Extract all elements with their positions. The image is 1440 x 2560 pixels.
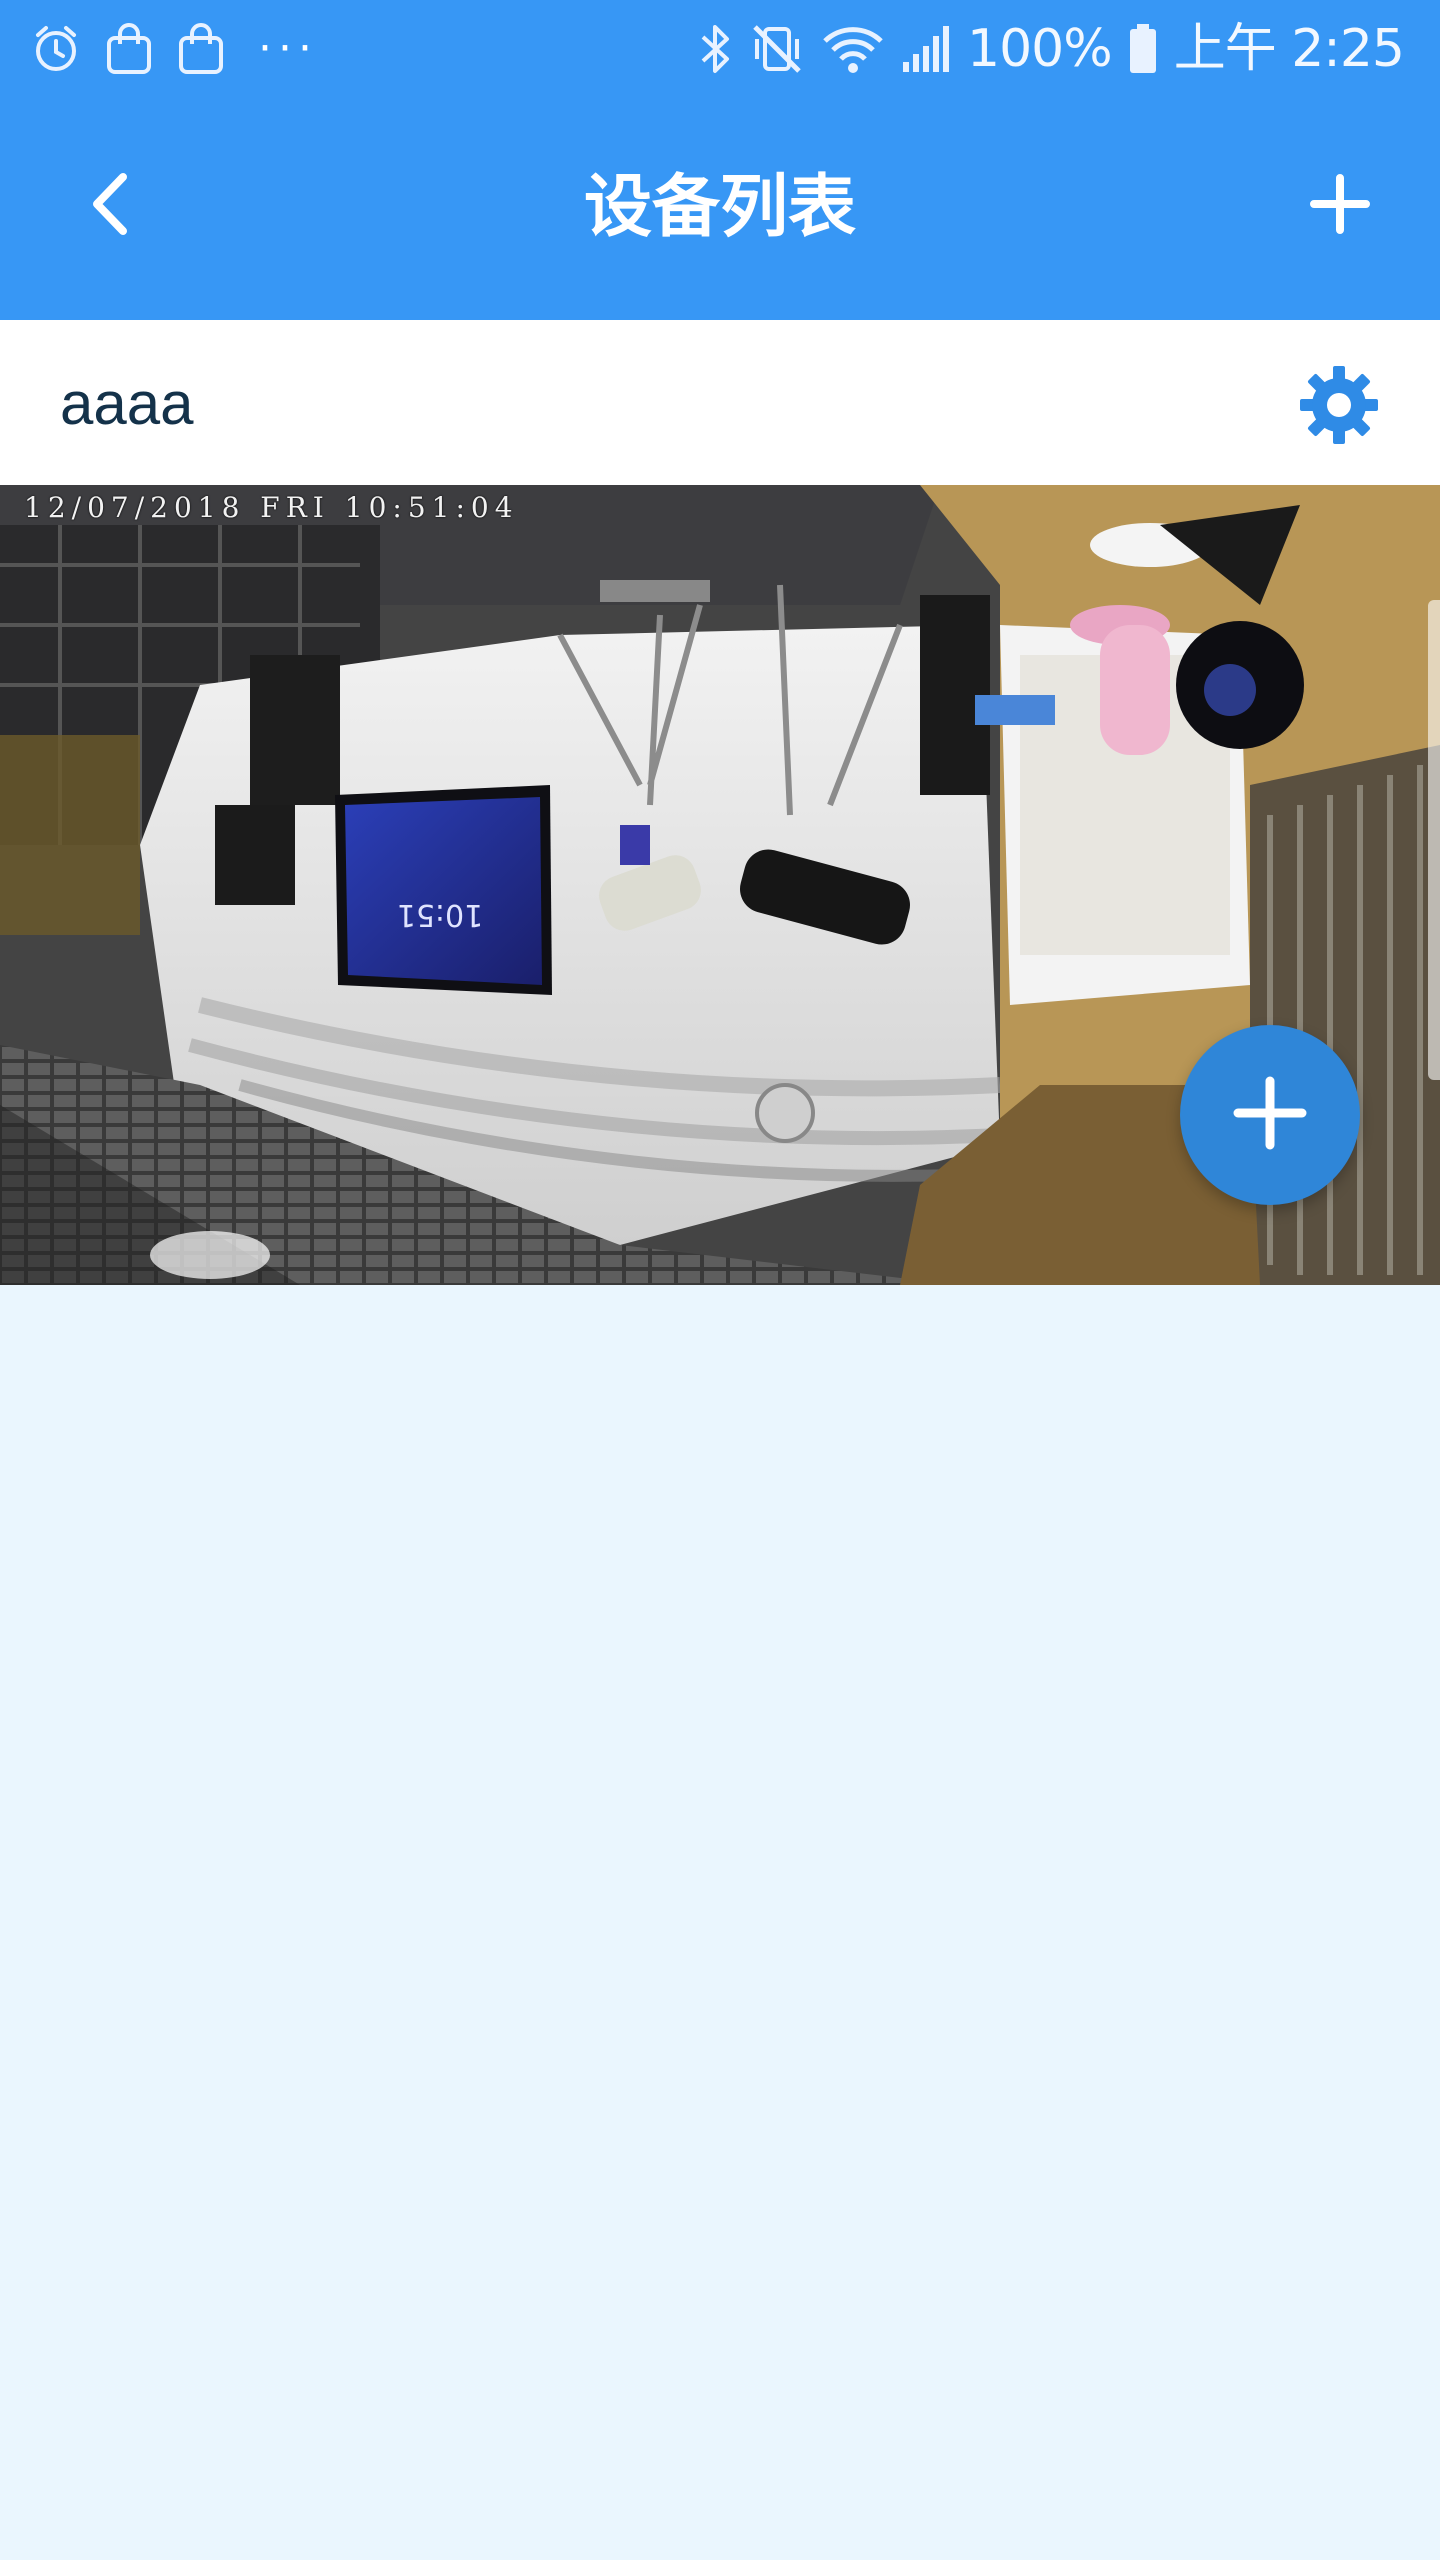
edge-panel-handle[interactable]	[1428, 600, 1440, 1080]
preview-timestamp: 12/07/2018 FRI 10:51:04	[24, 491, 519, 524]
device-settings-button[interactable]	[1298, 364, 1380, 446]
alarm-icon	[30, 23, 82, 75]
signal-icon	[901, 24, 951, 74]
status-left-icons: ···	[30, 18, 318, 80]
battery-percent: 100%	[967, 19, 1113, 79]
device-name: aaaa	[60, 370, 194, 437]
plus-icon	[1310, 174, 1370, 238]
shopping-bag-icon	[176, 22, 226, 76]
clock-time: 上午 2:25	[1173, 19, 1405, 79]
vibrate-mute-icon	[749, 21, 805, 77]
gear-icon	[1298, 366, 1380, 450]
add-device-button[interactable]	[1300, 166, 1380, 246]
tv-clock-text: 10:51	[397, 897, 483, 932]
status-bar: ··· 100% 上午 2:25	[0, 0, 1440, 98]
app-bar: 设备列表	[0, 98, 1440, 320]
floating-add-button[interactable]	[1180, 1025, 1360, 1205]
page-title: 设备列表	[583, 168, 856, 247]
plus-icon	[1232, 1075, 1308, 1155]
device-header[interactable]: aaaa	[0, 320, 1440, 485]
shopping-bag-icon	[104, 22, 154, 76]
more-dots-icon: ···	[258, 23, 318, 74]
battery-icon	[1128, 23, 1158, 75]
bluetooth-icon	[699, 21, 733, 77]
wifi-icon	[821, 21, 885, 77]
status-right-icons: 100% 上午 2:25	[699, 18, 1405, 80]
